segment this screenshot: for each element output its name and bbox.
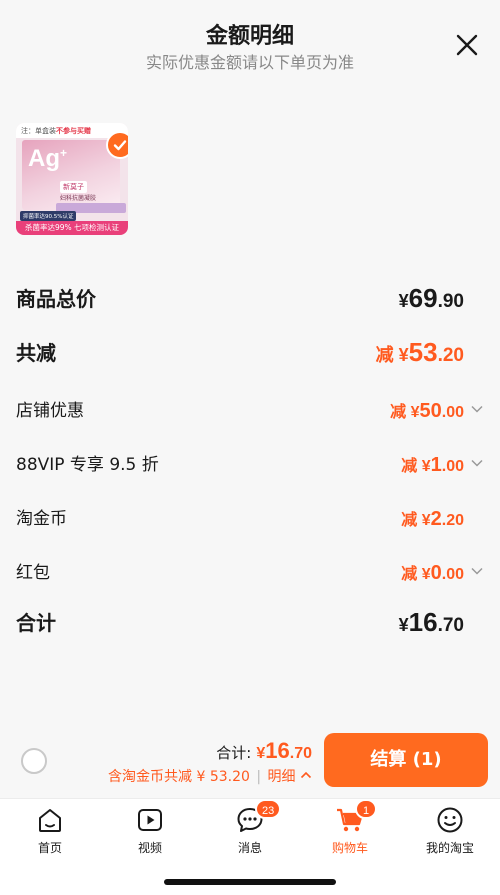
chevron-down-icon (471, 405, 483, 413)
amount-row: 共减 减 ¥53.20 (16, 337, 484, 367)
thumb-test-badge: 抑菌率达90.5%认证 (20, 211, 77, 221)
total-label: 合计: (216, 744, 252, 762)
tab-messages[interactable]: 23 消息 (200, 799, 300, 861)
home-indicator (164, 879, 336, 885)
amount-row-value: 减 ¥53.20 (375, 337, 464, 367)
amount-row[interactable]: 店铺优惠 减 ¥50.00 (16, 392, 484, 422)
amount-row-value: ¥69.90 (398, 283, 464, 313)
savings-text: 含淘金币共减 ¥ 53.20 (108, 769, 250, 785)
tab-label: 视频 (137, 841, 162, 855)
close-button[interactable] (452, 30, 482, 60)
amount-row: 合计 ¥16.70 (16, 607, 484, 637)
tab-profile[interactable]: 我的淘宝 (400, 805, 500, 861)
thumb-brand: 新莫子 (60, 181, 87, 193)
tab-label: 首页 (37, 841, 62, 855)
amount-row-label: 红包 (16, 563, 50, 583)
tab-label: 消息 (237, 841, 262, 855)
product-thumbnail[interactable]: 注：单盒装不参与买赠 Ag+ 新莫子 妇科抗菌凝胶 抑菌率达90.5%认证 杀菌… (16, 123, 128, 235)
chevron-down-icon (471, 567, 483, 575)
separator: | (256, 769, 262, 785)
amount-row-value: ¥16.70 (398, 607, 464, 637)
message-badge: 23 (255, 799, 282, 819)
amount-row-value: 减 ¥2.20 (401, 508, 464, 530)
tab-video[interactable]: 视频 (100, 805, 200, 861)
chevron-up-icon (300, 771, 312, 779)
sheet-title: 金额明细 (205, 24, 294, 49)
amount-row-label: 淘金币 (16, 509, 67, 529)
amount-row[interactable]: 88VIP 专享 9.5 折 减 ¥1.00 (16, 446, 484, 476)
tab-label: 我的淘宝 (425, 841, 474, 855)
bottom-tab-bar: 首页 视频 23 消息 1 购物车 我的淘宝 (0, 798, 500, 895)
total-line: 合计: ¥16.70 (216, 738, 312, 764)
amount-row[interactable]: 红包 减 ¥0.00 (16, 554, 484, 584)
amount-row: 淘金币 减 ¥2.20 (16, 500, 484, 530)
total-amount: ¥16.70 (256, 738, 312, 763)
cart-badge: 1 (355, 799, 377, 819)
checkout-button[interactable]: 结算 (1) (324, 733, 488, 787)
amount-row-label: 共减 (16, 341, 56, 365)
close-icon (456, 34, 478, 56)
thumb-product-name: 妇科抗菌凝胶 (60, 195, 97, 202)
home-icon (39, 809, 61, 832)
amount-row-value: 减 ¥50.00 (390, 400, 464, 422)
amount-row-label: 店铺优惠 (16, 401, 84, 421)
video-icon (138, 809, 162, 831)
amount-row: 商品总价 ¥69.90 (16, 283, 484, 313)
amount-row-value: 减 ¥0.00 (401, 562, 464, 584)
tab-label: 购物车 (331, 841, 368, 855)
selected-check-icon (106, 131, 128, 159)
thumb-ag-mark: Ag+ (28, 145, 68, 172)
checkout-bar: 合计: ¥16.70 含淘金币共减 ¥ 53.20 | 明细 结算 (1) (0, 728, 500, 798)
amount-row-label: 合计 (16, 611, 56, 635)
profile-icon (437, 807, 463, 833)
amount-row-label: 88VIP 专享 9.5 折 (16, 455, 159, 475)
tab-home[interactable]: 首页 (0, 805, 100, 861)
chevron-down-icon (471, 459, 483, 467)
sheet-subtitle: 实际优惠金额请以下单页为准 (145, 53, 354, 72)
amount-row-label: 商品总价 (16, 287, 96, 311)
savings-line[interactable]: 含淘金币共减 ¥ 53.20 | 明细 (108, 766, 312, 786)
amount-row-value: 减 ¥1.00 (401, 454, 464, 476)
thumb-bottom-bar: 杀菌率达99% 七项检测认证 (16, 221, 128, 235)
amount-detail-sheet: 金额明细 实际优惠金额请以下单页为准 注：单盒装不参与买赠 Ag+ 新莫子 妇科… (0, 0, 500, 728)
detail-link[interactable]: 明细 (268, 769, 296, 785)
tab-cart[interactable]: 1 购物车 (300, 799, 400, 861)
select-all-radio[interactable] (21, 748, 47, 774)
